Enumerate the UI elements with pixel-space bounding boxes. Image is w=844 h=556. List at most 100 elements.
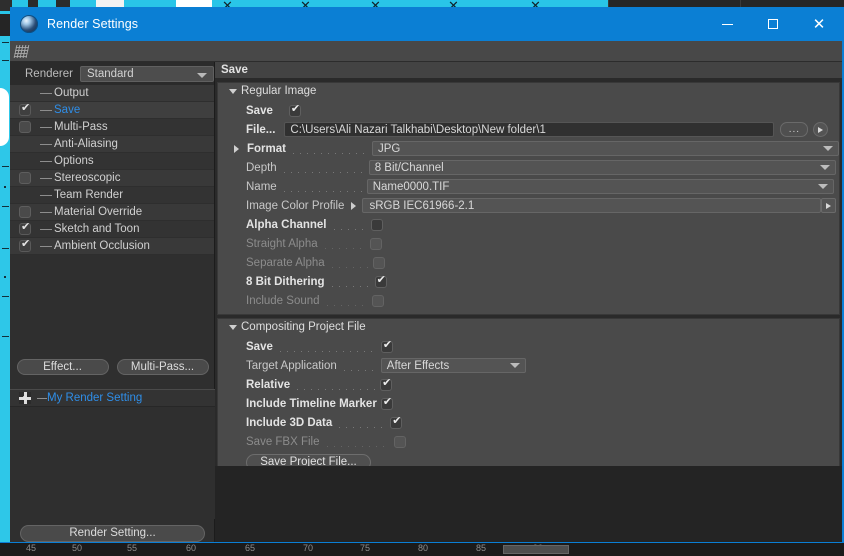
renderer-value: Standard <box>86 67 134 80</box>
background-dash <box>2 42 9 43</box>
maximize-button[interactable] <box>750 7 796 41</box>
file-browse-button[interactable]: ... <box>780 122 809 137</box>
panel-title: Save <box>215 62 842 79</box>
leader-dots <box>328 276 371 287</box>
format-dropdown[interactable]: JPG <box>371 141 839 156</box>
format-expander-icon[interactable] <box>234 144 239 153</box>
row-include-3d-data: Include 3D Data <box>218 413 839 432</box>
render-setting-button[interactable]: Render Setting... <box>20 525 205 542</box>
relative-checkbox[interactable] <box>380 377 393 391</box>
tree-item-checkbox[interactable] <box>19 206 31 218</box>
row-separate-alpha-label: Separate Alpha <box>246 256 325 269</box>
checkbox-cell[interactable] <box>10 121 40 133</box>
tree-item-save[interactable]: Save <box>10 102 214 119</box>
group-regular-image-header[interactable]: Regular Image <box>218 83 839 99</box>
color-profile-expander-icon[interactable] <box>351 201 357 210</box>
timeline-tick: 75 <box>360 543 371 553</box>
comp-save-checkbox[interactable] <box>380 339 393 353</box>
tree-item-material-override[interactable]: Material Override <box>10 204 214 221</box>
my-render-setting-row[interactable]: My Render Setting <box>10 389 215 407</box>
tree-item-ambient-occlusion[interactable]: Ambient Occlusion <box>10 238 214 255</box>
row-save-label: Save <box>246 104 273 117</box>
left-panel-empty-area <box>10 407 215 519</box>
chevron-down-icon <box>197 72 207 78</box>
window-titlebar[interactable]: Render Settings ✕ <box>10 7 842 41</box>
checkbox-cell[interactable] <box>10 102 40 116</box>
tree-item-options[interactable]: Options <box>10 153 214 170</box>
tree-item-checkbox[interactable] <box>19 121 31 133</box>
background-dash <box>2 60 9 61</box>
tree-item-checkbox[interactable] <box>19 238 31 252</box>
window-body: Renderer Standard Output Save <box>10 62 842 547</box>
group-compositing-project-file: Compositing Project File Save Target App… <box>217 318 840 478</box>
row-target-application: Target Application After Effects <box>218 356 839 375</box>
background-dash <box>2 336 9 337</box>
save-fbx-file-checkbox <box>393 435 406 448</box>
tree-item-output[interactable]: Output <box>10 85 214 102</box>
render-settings-tree: Output Save Multi-Pass Anti-Aliasing <box>10 85 214 255</box>
tree-item-stereoscopic[interactable]: Stereoscopic <box>10 170 214 187</box>
alpha-channel-checkbox[interactable] <box>370 218 383 231</box>
tree-item-label: Options <box>54 155 94 167</box>
row-include-timeline-marker-label: Include Timeline Marker <box>246 397 377 410</box>
target-application-value: After Effects <box>386 359 450 372</box>
multi-pass-button[interactable]: Multi-Pass... <box>116 359 209 375</box>
depth-dropdown[interactable]: 8 Bit/Channel <box>368 160 836 175</box>
right-panel: Save Regular Image Save File... C:\Users… <box>215 62 842 547</box>
dithering-checkbox[interactable] <box>374 274 387 288</box>
tree-item-anti-aliasing[interactable]: Anti-Aliasing <box>10 136 214 153</box>
window-title: Render Settings <box>47 17 139 31</box>
tree-branch-line <box>40 211 52 213</box>
renderer-dropdown[interactable]: Standard <box>79 65 214 82</box>
row-alpha-channel-label: Alpha Channel <box>246 218 327 231</box>
chevron-down-icon <box>822 146 833 151</box>
row-file-label: File... <box>246 123 276 136</box>
minimize-button[interactable] <box>704 7 750 41</box>
chevron-down-icon[interactable] <box>229 88 237 94</box>
timeline-tick: 50 <box>72 543 83 553</box>
leader-dots <box>330 219 367 230</box>
drag-grip-icon[interactable] <box>13 45 30 58</box>
file-menu-button[interactable] <box>813 122 829 137</box>
tree-item-multi-pass[interactable]: Multi-Pass <box>10 119 214 136</box>
checkbox-cell[interactable] <box>10 172 40 184</box>
tree-item-checkbox[interactable] <box>19 172 31 184</box>
timeline-scrubber[interactable] <box>503 545 569 554</box>
tree-item-label: Team Render <box>54 189 124 201</box>
row-name-label: Name <box>246 180 277 193</box>
timeline-tick: 55 <box>127 543 138 553</box>
include-timeline-marker-checkbox[interactable] <box>380 396 393 410</box>
include-3d-data-checkbox[interactable] <box>390 415 403 429</box>
row-file: File... C:\Users\Ali Nazari Talkhabi\Des… <box>218 120 839 139</box>
file-path-input[interactable]: C:\Users\Ali Nazari Talkhabi\Desktop\New… <box>284 122 775 137</box>
checkbox-cell[interactable] <box>10 238 40 252</box>
image-color-profile-menu-button[interactable] <box>821 198 837 213</box>
tree-item-sketch-and-toon[interactable]: Sketch and Toon <box>10 221 214 238</box>
chevron-down-icon[interactable] <box>229 324 237 330</box>
checkbox-cell[interactable] <box>10 206 40 218</box>
row-image-color-profile: Image Color Profile sRGB IEC61966-2.1 <box>218 196 839 215</box>
tree-item-checkbox[interactable] <box>19 102 31 116</box>
tree-branch-line <box>37 397 47 399</box>
render-setting-button-wrap: Render Setting... <box>10 525 215 542</box>
name-dropdown[interactable]: Name0000.TIF <box>366 179 834 194</box>
tree-item-label: Multi-Pass <box>54 121 108 133</box>
group-regular-image-body: Save File... C:\Users\Ali Nazari Talkhab… <box>218 99 839 314</box>
close-icon[interactable]: ✕ <box>796 7 842 41</box>
effect-button[interactable]: Effect... <box>16 359 109 375</box>
row-alpha-channel: Alpha Channel <box>218 215 839 234</box>
save-checkbox[interactable] <box>288 103 301 117</box>
tree-item-checkbox[interactable] <box>19 221 31 235</box>
leader-dots <box>280 181 363 192</box>
timeline-tick: 45 <box>26 543 37 553</box>
tree-item-team-render[interactable]: Team Render <box>10 187 214 204</box>
target-application-dropdown[interactable]: After Effects <box>380 358 526 373</box>
leader-dots <box>340 360 377 371</box>
group-compositing-header[interactable]: Compositing Project File <box>218 319 839 335</box>
timeline-ruler[interactable]: 45 50 55 60 65 70 75 80 85 90 <box>0 542 844 556</box>
renderer-row: Renderer Standard <box>10 62 214 85</box>
image-color-profile-field[interactable]: sRGB IEC61966-2.1 <box>362 198 822 213</box>
timeline-tick: 85 <box>476 543 487 553</box>
checkbox-cell[interactable] <box>10 221 40 235</box>
render-setting-icon <box>19 392 31 404</box>
